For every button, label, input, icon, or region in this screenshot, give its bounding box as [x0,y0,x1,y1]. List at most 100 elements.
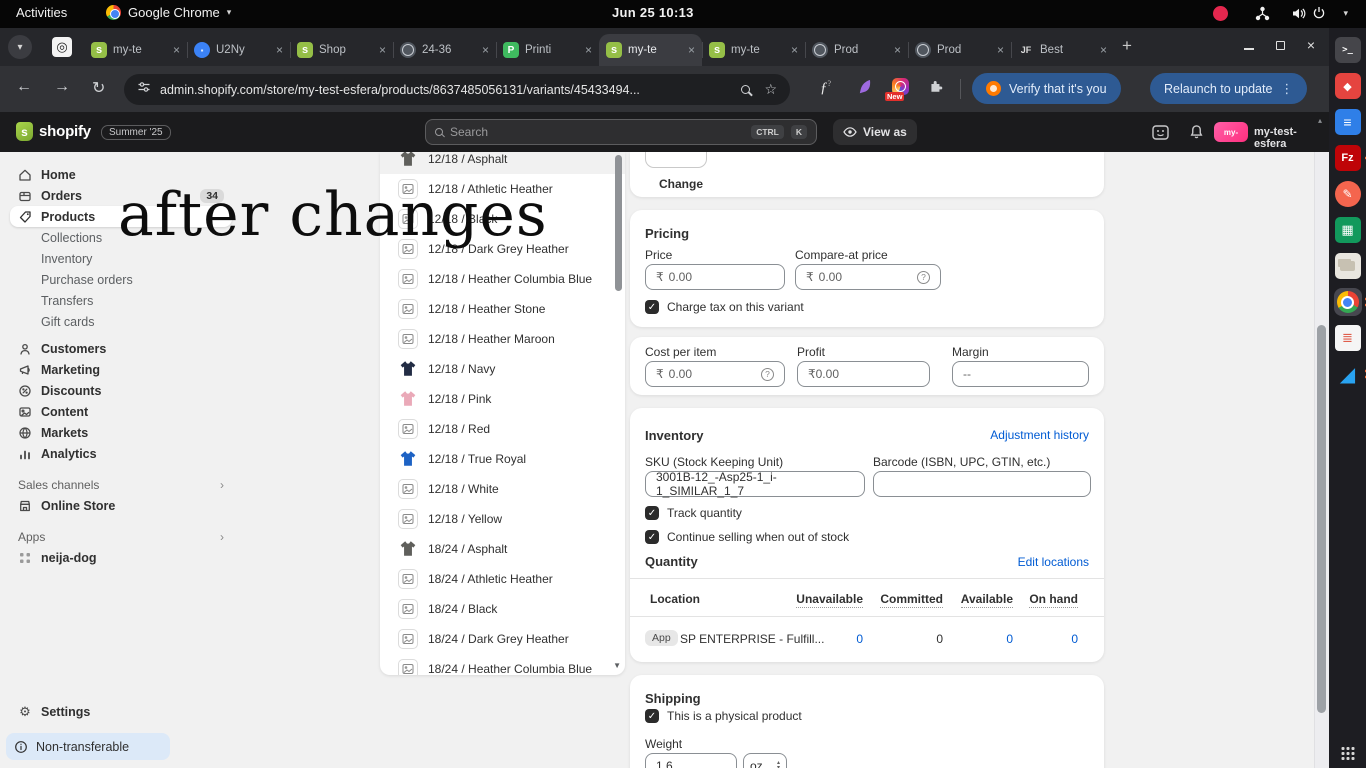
scrollbar-thumb[interactable] [1317,325,1326,713]
sidebar-item-online-store[interactable]: Online Store [10,495,232,516]
site-info-icon[interactable] [137,80,151,99]
compare-at-field[interactable]: ₹ 0.00 ? [795,264,941,290]
back-button[interactable]: ← [16,78,32,96]
search-input[interactable] [450,125,744,139]
variant-row[interactable]: 18/24 / Athletic Heather [380,564,625,594]
variant-row[interactable]: 12/18 / Heather Maroon [380,324,625,354]
variant-row[interactable]: 12/18 / Heather Columbia Blue [380,264,625,294]
apps-header[interactable]: Apps › [10,527,232,547]
network-icon[interactable] [1255,6,1270,24]
quill-extension-icon[interactable] [856,79,872,100]
continue-selling-row[interactable]: ✓ Continue selling when out of stock [645,530,849,544]
app-menu[interactable]: Google Chrome ▾ [106,5,231,20]
new-tab-button[interactable]: + [1122,36,1132,56]
browser-tab[interactable]: 24-36 × [393,34,496,66]
browser-scrollbar[interactable]: ▴ [1314,112,1329,768]
variant-image-box[interactable] [645,152,707,168]
extensions-puzzle-icon[interactable] [928,78,944,99]
wordpad-dock-icon[interactable] [1334,324,1362,352]
scroll-up-icon[interactable]: ▴ [1318,116,1322,125]
zoom-icon[interactable] [741,85,750,94]
shopify-logo[interactable]: s shopify [16,122,91,141]
browser-tab[interactable]: Shop × [290,34,393,66]
minimize-button[interactable] [1244,48,1254,50]
url-text[interactable]: admin.shopify.com/store/my-test-esfera/p… [160,83,640,97]
power-icon[interactable] [1312,6,1326,23]
spreadsheet-dock-icon[interactable] [1334,216,1362,244]
on-hand-column-header[interactable]: On hand [1029,592,1078,608]
stepper-arrows-icon[interactable]: ▴▾ [777,761,780,768]
browser-tab[interactable]: my-te × [599,34,702,66]
admin-search-bar[interactable]: CTRL K [425,119,817,145]
forward-button[interactable]: → [54,78,70,96]
on-hand-value-link[interactable]: 0 [1071,632,1078,646]
sku-field[interactable]: 3001B-12_-Asp25-1_i-1_SIMILAR_1_7 [645,471,865,497]
variant-list-scrollbar[interactable] [615,155,622,291]
release-badge[interactable]: Summer '25 [101,125,171,140]
assistant-icon[interactable] [1152,124,1169,146]
chrome-dock-icon[interactable] [1334,288,1362,316]
barcode-field[interactable] [873,471,1091,497]
sidebar-item-content[interactable]: Content [10,401,232,422]
tab-search-icon[interactable]: ▾ [8,35,32,59]
reload-button[interactable]: ↻ [92,78,105,98]
help-icon[interactable]: ? [761,368,774,381]
committed-column-header[interactable]: Committed [880,592,943,608]
variant-row[interactable]: 12/18 / Navy [380,354,625,384]
unavailable-value-link[interactable]: 0 [856,632,863,646]
sidebar-item-inventory[interactable]: Inventory [10,248,232,269]
browser-tab[interactable]: Prod × [805,34,908,66]
checkbox-checked[interactable]: ✓ [645,506,659,520]
variant-row[interactable]: 18/24 / Dark Grey Heather [380,624,625,654]
profit-field[interactable]: ₹0.00 [797,361,930,387]
browser-tab[interactable]: Prod × [908,34,1011,66]
browser-tab[interactable]: Best × [1011,34,1114,66]
variant-row[interactable]: 12/18 / Yellow [380,504,625,534]
variant-row[interactable]: 18/24 / Asphalt [380,534,625,564]
variant-row[interactable]: 18/24 / Heather Columbia Blue [380,654,625,675]
new-extension-icon[interactable]: New [892,78,909,95]
variant-row[interactable]: 12/18 / Asphalt [380,152,625,174]
sidebar-item-transfers[interactable]: Transfers [10,290,232,311]
sidebar-item-customers[interactable]: Customers [10,338,232,359]
files-dock-icon[interactable] [1334,252,1362,280]
font-extension-icon[interactable]: ƒ? [820,79,831,97]
text-editor-dock-icon[interactable] [1334,180,1362,208]
tab-close-icon[interactable]: × [276,43,283,57]
sidebar-item-purchase-orders[interactable]: Purchase orders [10,269,232,290]
clock[interactable]: Jun 25 10:13 [612,5,694,20]
weight-field[interactable]: 1.6 [645,753,737,768]
tab-close-icon[interactable]: × [791,43,798,57]
help-icon[interactable]: ? [917,271,930,284]
sidebar-item-neija-dog[interactable]: neija-dog [10,547,232,568]
pinned-tab[interactable]: ◎ [52,37,72,57]
relaunch-button[interactable]: Relaunch to update ⋮ [1150,73,1307,104]
drawio-dock-icon[interactable] [1334,72,1362,100]
checkbox-checked[interactable]: ✓ [645,300,659,314]
close-window-button[interactable]: × [1307,40,1315,50]
tab-close-icon[interactable]: × [585,43,592,57]
checkbox-checked[interactable]: ✓ [645,709,659,723]
avatar[interactable]: my- [1214,122,1248,142]
variant-row[interactable]: 18/24 / Black [380,594,625,624]
show-applications-icon[interactable] [1341,747,1354,760]
volume-icon[interactable] [1291,6,1306,24]
browser-tab[interactable]: my-te × [702,34,805,66]
available-value-link[interactable]: 0 [1006,632,1013,646]
sidebar-item-discounts[interactable]: Discounts [10,380,232,401]
sidebar-item-marketing[interactable]: Marketing [10,359,232,380]
tab-close-icon[interactable]: × [1100,43,1107,57]
adjustment-history-link[interactable]: Adjustment history [990,428,1089,442]
margin-field[interactable]: -- [952,361,1089,387]
price-field[interactable]: ₹ 0.00 [645,264,785,290]
checkbox-checked[interactable]: ✓ [645,530,659,544]
sidebar-item-settings[interactable]: ⚙ Settings [10,701,180,722]
weight-unit-select[interactable]: oz ▴▾ [743,753,787,768]
available-column-header[interactable]: Available [961,592,1013,608]
do-not-disturb-icon[interactable] [1213,6,1228,21]
terminal-dock-icon[interactable] [1334,36,1362,64]
sales-channels-header[interactable]: Sales channels › [10,475,232,495]
notifications-bell-icon[interactable] [1189,124,1204,145]
tab-close-icon[interactable]: × [997,43,1004,57]
browser-tab[interactable]: my-te × [84,34,187,66]
